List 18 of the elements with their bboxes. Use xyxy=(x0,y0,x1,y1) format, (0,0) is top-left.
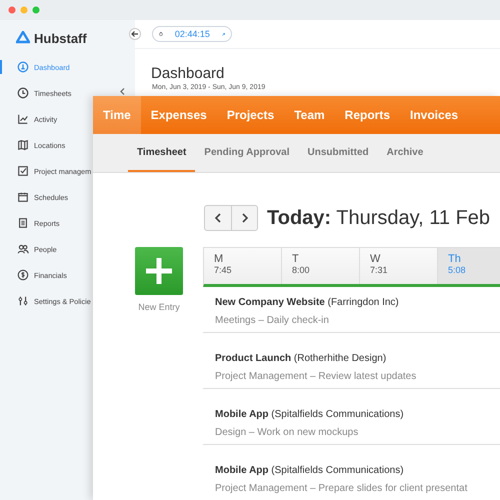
entry-title: Product Launch (Rotherhithe Design) xyxy=(215,353,388,364)
entry-detail: Meetings – Daily check-in xyxy=(215,315,330,326)
day-tab[interactable]: T 8:00 xyxy=(282,248,360,284)
sub-tab[interactable]: Archive xyxy=(378,134,432,172)
entry-title: New Company Website (Farringdon Inc) xyxy=(215,297,400,308)
entry-detail: Project Management – Review latest updates xyxy=(215,371,418,382)
entry-detail: Project Management – Prepare slides for client presentat xyxy=(215,483,468,494)
page-title: Dashboard xyxy=(151,65,226,82)
entry-detail: Design – Work on new mockups xyxy=(215,427,360,438)
entry-title: Mobile App (Spitalfields Communications) xyxy=(215,465,405,476)
sub-tab[interactable]: Pending Approval xyxy=(195,134,298,172)
date-heading: Today: Thursday, 11 Feb xyxy=(267,206,490,230)
entry-title: Mobile App (Spitalfields Communications) xyxy=(215,409,405,420)
day-tab[interactable]: M 7:45 xyxy=(204,248,282,284)
new-entry-label: New Entry xyxy=(138,302,180,312)
logo-text: Hubstaff xyxy=(34,30,87,46)
sub-tab[interactable]: Timesheet xyxy=(128,134,196,172)
sub-tab[interactable]: Unsubmitted xyxy=(298,134,378,172)
